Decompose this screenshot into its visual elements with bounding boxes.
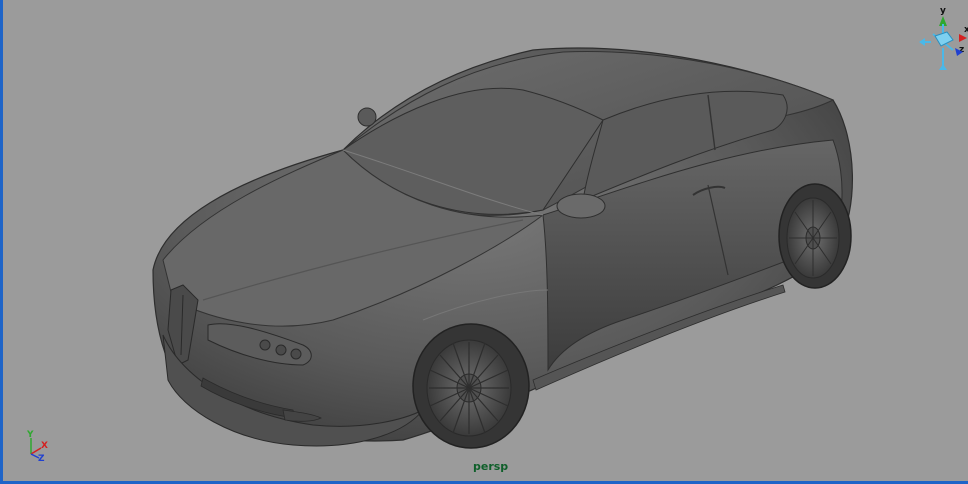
front-wheel [412, 323, 530, 449]
axis-gizmo-icon: Y X Z [26, 430, 48, 462]
side-mirror [556, 193, 606, 219]
axis-x-label: X [41, 441, 48, 451]
antenna-mirror [357, 107, 377, 127]
car-model-icon[interactable] [3, 0, 968, 484]
view-cube-x-label: x [964, 25, 968, 35]
rear-wheel [778, 183, 852, 289]
persp-viewport[interactable]: y x z Y X Z persp [0, 0, 968, 484]
view-cube-icon[interactable]: y x z [915, 4, 968, 72]
camera-name-label: persp [473, 460, 509, 473]
axis-z-label: Z [38, 454, 45, 462]
view-cube-y-label: y [940, 6, 946, 16]
axis-y-label: Y [26, 430, 34, 440]
